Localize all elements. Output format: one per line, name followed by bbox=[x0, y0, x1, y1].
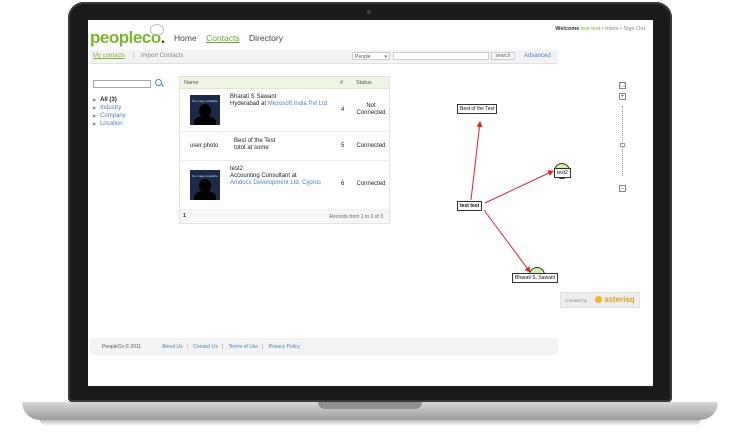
triangle-right-icon: ▶ bbox=[93, 97, 97, 102]
column-header-status[interactable]: Status bbox=[356, 80, 372, 86]
asterisq-brand: asterisq bbox=[604, 295, 635, 304]
status-badge: Connected bbox=[356, 143, 386, 149]
contact-name-link[interactable]: Best of the Test bbox=[234, 138, 275, 145]
contact-details: test2 Accounting Consultant at Amdocs De… bbox=[230, 166, 330, 187]
company-link[interactable]: Amdocs Development Ltd, Cyprus bbox=[230, 180, 330, 187]
facet-company[interactable]: ▶ Company bbox=[93, 112, 126, 120]
inbox-link[interactable]: Inbox bbox=[605, 26, 618, 32]
table-row[interactable]: No image available Bharati S Sawant Hyde… bbox=[180, 89, 389, 132]
contact-position: Accounting Consultant at bbox=[230, 173, 297, 179]
laptop-shadow bbox=[40, 420, 700, 426]
nav-contacts[interactable]: Contacts bbox=[206, 33, 240, 43]
triangle-right-icon: ▶ bbox=[93, 113, 97, 118]
contact-line: Hyderabad at Microsoft India Pvt Ltd bbox=[230, 101, 330, 108]
import-contacts-link[interactable]: Import Contacts bbox=[141, 53, 183, 59]
welcome-label: Welcome bbox=[555, 26, 580, 32]
welcome-bar: Welcome test test • Inbox • Sign Out bbox=[555, 26, 645, 32]
avatar-silhouette-body bbox=[194, 116, 216, 125]
avatar-silhouette-body bbox=[194, 191, 216, 200]
search-input[interactable] bbox=[393, 52, 489, 60]
contact-degree: 6 bbox=[341, 181, 345, 187]
header: peopleco. Home Contacts Directory Welcom… bbox=[88, 20, 653, 48]
graph-edge-top bbox=[470, 121, 483, 201]
main-nav: Home Contacts Directory bbox=[174, 33, 290, 43]
search-scope-select[interactable]: People ▾ bbox=[352, 52, 390, 60]
table-footer: 1 Records from 1 to 3 of 3 bbox=[180, 210, 389, 223]
contact-name-link[interactable]: test2 bbox=[230, 166, 330, 173]
contact-degree: 4 bbox=[341, 107, 345, 113]
facet-list: ▶ All (3) ▶ Industry ▶ Company ▶ Location bbox=[93, 96, 126, 128]
graph-node-bharati[interactable]: Bharati S. Sawant bbox=[512, 273, 559, 283]
status-badge: Not Connected bbox=[356, 103, 386, 116]
triangle-right-icon: ▶ bbox=[93, 105, 97, 110]
screen: peopleco. Home Contacts Directory Welcom… bbox=[88, 20, 653, 386]
facet-all[interactable]: ▶ All (3) bbox=[93, 96, 126, 104]
filter-search-input[interactable] bbox=[93, 80, 151, 88]
zoom-track bbox=[622, 106, 624, 176]
table-row[interactable]: No image available test2 Accounting Cons… bbox=[180, 161, 389, 210]
column-header-name[interactable]: Name bbox=[184, 80, 199, 86]
contact-degree: 5 bbox=[341, 143, 345, 149]
contact-position: totot at some bbox=[234, 145, 269, 151]
footer-links: About Us | Contact Us | Terms of Use | Priv… bbox=[162, 344, 304, 350]
user-photo-placeholder: user photo bbox=[190, 143, 219, 149]
status-badge: Connected bbox=[356, 181, 386, 187]
contact-photo[interactable]: No image available bbox=[190, 95, 220, 125]
facet-industry[interactable]: ▶ Industry bbox=[93, 104, 126, 112]
my-contacts-link[interactable]: My contacts bbox=[93, 53, 125, 59]
zoom-out-button[interactable]: − bbox=[619, 185, 626, 192]
nav-directory[interactable]: Directory bbox=[249, 33, 283, 43]
footer-pipe: | bbox=[262, 344, 264, 350]
graph-node-center[interactable]: test test bbox=[457, 201, 483, 211]
camera-dot bbox=[367, 10, 371, 14]
contact-details: Best of the Test totot at some bbox=[234, 138, 275, 152]
graph-edge-right bbox=[484, 170, 554, 204]
facet-location[interactable]: ▶ Location bbox=[93, 120, 126, 128]
contacts-table: Name # Status No image available Bharati… bbox=[179, 76, 390, 224]
table-row[interactable]: user photo Best of the Test totot at som… bbox=[180, 132, 389, 161]
asterisq-logo-icon bbox=[595, 296, 602, 303]
contact-photo[interactable]: No image available bbox=[190, 170, 220, 200]
company-link[interactable]: Microsoft India Pvt Ltd bbox=[268, 101, 327, 107]
zoom-in-button[interactable]: + bbox=[619, 93, 626, 100]
laptop-notch bbox=[318, 402, 422, 409]
fit-view-button[interactable]: ⛶ bbox=[619, 82, 626, 89]
chevron-down-icon: ▾ bbox=[384, 54, 387, 60]
sign-out-link[interactable]: Sign Out bbox=[624, 26, 645, 32]
column-header-number[interactable]: # bbox=[340, 80, 343, 86]
contact-details: Bharati S Sawant Hyderabad at Microsoft … bbox=[230, 94, 330, 108]
records-count: Records from 1 to 3 of 3 bbox=[329, 214, 383, 220]
zoom-slider-handle[interactable] bbox=[620, 142, 625, 147]
footer-link-privacy[interactable]: Privacy Policy bbox=[269, 344, 300, 350]
welcome-user-link[interactable]: test test bbox=[581, 26, 600, 32]
advanced-search-link[interactable]: Advanced bbox=[524, 53, 551, 59]
created-by-label: Created by bbox=[565, 298, 588, 303]
nav-home[interactable]: Home bbox=[174, 33, 197, 43]
footer-link-about[interactable]: About Us bbox=[162, 344, 183, 350]
footer-link-terms[interactable]: Terms of Use bbox=[229, 344, 258, 350]
copyright: PeopleCo © 2011 bbox=[102, 344, 142, 350]
search-icon[interactable] bbox=[155, 79, 162, 86]
footer-pipe: | bbox=[222, 344, 224, 350]
logo-mark-icon bbox=[150, 24, 164, 36]
graph-node-best-of-the-test[interactable]: Best of the Test bbox=[457, 104, 498, 114]
welcome-dot: • bbox=[601, 26, 604, 32]
table-header: Name # Status bbox=[180, 77, 389, 89]
contact-name-link[interactable]: Bharati S Sawant bbox=[230, 94, 330, 101]
triangle-right-icon: ▶ bbox=[93, 121, 97, 126]
graph-edge-bottom bbox=[483, 209, 531, 273]
zoom-control: ⛶ + − bbox=[619, 82, 629, 202]
page-number-button[interactable]: 1 bbox=[183, 213, 186, 219]
graph-node-test2[interactable]: test2 bbox=[554, 168, 571, 178]
subnav-separator: | bbox=[133, 53, 135, 59]
created-by-badge[interactable]: Created by asterisq bbox=[560, 292, 640, 308]
welcome-dot: • bbox=[620, 26, 623, 32]
footer-link-contact[interactable]: Contact Us bbox=[193, 344, 218, 350]
contact-position: Hyderabad at bbox=[230, 101, 267, 107]
footer: PeopleCo © 2011 About Us | Contact Us | Te… bbox=[90, 338, 558, 355]
footer-pipe: | bbox=[186, 344, 188, 350]
search-button[interactable]: search bbox=[491, 52, 515, 60]
sub-nav: My contacts | Import Contacts People ▾ se… bbox=[90, 50, 558, 64]
